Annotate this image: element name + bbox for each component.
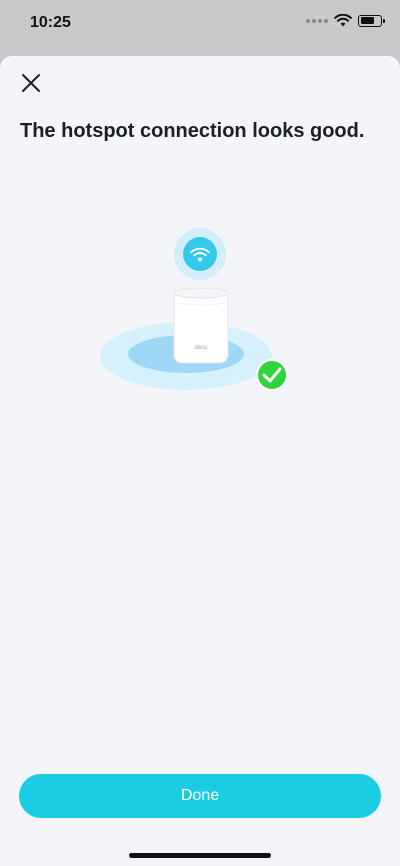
deco-device-icon: deco xyxy=(173,287,229,364)
close-icon xyxy=(22,74,40,92)
hotspot-illustration: deco xyxy=(100,228,288,391)
page-title: The hotspot connection looks good. xyxy=(20,120,365,142)
done-button[interactable]: Done xyxy=(19,774,381,818)
wifi-icon xyxy=(334,14,352,27)
device-label: deco xyxy=(194,345,208,351)
wifi-bubble-icon xyxy=(174,228,226,280)
bottom-sheet: The hotspot connection looks good. deco … xyxy=(0,56,400,866)
home-indicator[interactable] xyxy=(129,853,271,858)
battery-icon xyxy=(358,14,385,27)
status-icons xyxy=(306,14,385,27)
signal-dots-icon xyxy=(306,18,328,23)
close-button[interactable] xyxy=(16,68,46,98)
status-time: 10:25 xyxy=(30,14,71,31)
checkmark-icon xyxy=(256,359,288,391)
status-bar: 10:25 xyxy=(0,0,400,48)
